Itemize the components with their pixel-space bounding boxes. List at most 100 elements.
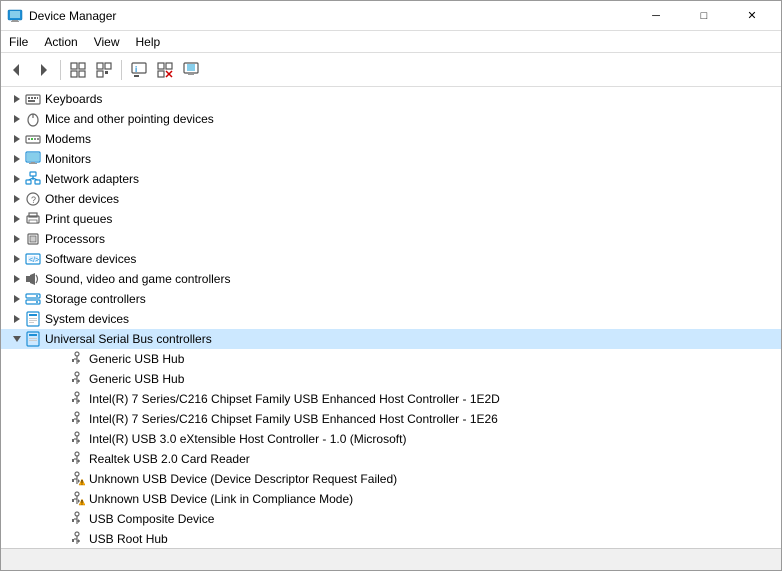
expand-arrow [9,271,25,287]
tree-item-label: Intel(R) 7 Series/C216 Chipset Family US… [89,412,498,426]
tree-item-keyboards[interactable]: Keyboards [1,89,781,109]
title-bar-controls: ─ □ ✕ [633,5,775,27]
other-icon: ? [25,191,41,207]
tree-item-modems[interactable]: Modems [1,129,781,149]
menu-view[interactable]: View [86,33,128,50]
tree-item-label: System devices [45,312,129,326]
toolbar: i [1,53,781,87]
expand-arrow [9,331,25,347]
expand-arrow [9,151,25,167]
title-bar: Device Manager ─ □ ✕ [1,1,781,31]
toolbar-forward-button[interactable] [31,58,55,82]
tree-item-label: Modems [45,132,91,146]
tree-item-label: Generic USB Hub [89,352,184,366]
expand-arrow [9,191,25,207]
svg-text:</>: </> [29,257,39,264]
toolbar-separator-2 [121,60,122,80]
tree-item-network[interactable]: Network adapters [1,169,781,189]
usb-icon [69,391,85,407]
modem-icon [25,131,41,147]
properties-icon [70,62,86,78]
network-icon [25,171,41,187]
tree-item-system[interactable]: System devices [1,309,781,329]
svg-text:?: ? [31,195,36,205]
software-icon: </> [25,251,41,267]
back-icon [9,62,25,78]
tree-item-usb-8[interactable]: !Unknown USB Device (Link in Compliance … [1,489,781,509]
device-manager-window: Device Manager ─ □ ✕ File Action View He… [0,0,782,571]
monitor-icon [25,151,41,167]
tree-item-usb-3[interactable]: Intel(R) 7 Series/C216 Chipset Family US… [1,389,781,409]
menu-file[interactable]: File [1,33,36,50]
help-icon: i [131,62,147,78]
toolbar-back-button[interactable] [5,58,29,82]
storage-icon [25,291,41,307]
forward-icon [35,62,51,78]
system-icon [25,311,41,327]
tree-item-processors[interactable]: Processors [1,229,781,249]
usb-warn-icon: ! [69,491,85,507]
tree-item-other[interactable]: ? Other devices [1,189,781,209]
expand-arrow [53,411,69,427]
tree-item-usb-6[interactable]: Realtek USB 2.0 Card Reader [1,449,781,469]
usb-icon [69,411,85,427]
usb-icon [69,351,85,367]
svg-text:i: i [135,65,137,74]
expand-arrow [53,471,69,487]
tree-item-usb-1[interactable]: Generic USB Hub [1,349,781,369]
display-icon [183,62,199,78]
expand-arrow [9,211,25,227]
sound-icon [25,271,41,287]
close-button[interactable]: ✕ [729,5,775,27]
tree-item-label: Unknown USB Device (Device Descriptor Re… [89,472,397,486]
tree-item-sound[interactable]: Sound, video and game controllers [1,269,781,289]
tree-item-label: Monitors [45,152,91,166]
usb-icon [69,531,85,547]
toolbar-display-button[interactable] [179,58,203,82]
tree-item-label: Mice and other pointing devices [45,112,214,126]
minimize-button[interactable]: ─ [633,5,679,27]
tree-item-mice[interactable]: Mice and other pointing devices [1,109,781,129]
app-icon [7,8,23,24]
maximize-button[interactable]: □ [681,5,727,27]
menu-action[interactable]: Action [36,33,85,50]
toolbar-update-button[interactable] [92,58,116,82]
tree-item-usb-7[interactable]: ! Unknown USB Device (Device Descriptor R… [1,469,781,489]
tree-item-storage[interactable]: Storage controllers [1,289,781,309]
keyboard-icon [25,91,41,107]
tree-item-usb-4[interactable]: Intel(R) 7 Series/C216 Chipset Family US… [1,409,781,429]
expand-arrow [9,91,25,107]
mouse-icon [25,111,41,127]
toolbar-help-button[interactable]: i [127,58,151,82]
tree-item-usb-9[interactable]: USB Composite Device [1,509,781,529]
tree-item-label: Storage controllers [45,292,146,306]
tree-item-monitors[interactable]: Monitors [1,149,781,169]
toolbar-separator-1 [60,60,61,80]
tree-item-label: Realtek USB 2.0 Card Reader [89,452,250,466]
device-tree[interactable]: Keyboards Mice and other pointing devices… [1,87,781,548]
expand-arrow [53,511,69,527]
usb-warn-icon: ! [69,471,85,487]
expand-arrow [9,111,25,127]
tree-item-usb-2[interactable]: Generic USB Hub [1,369,781,389]
menu-help[interactable]: Help [128,33,169,50]
expand-arrow [9,311,25,327]
tree-item-label: USB Root Hub [89,532,168,546]
tree-item-label: Software devices [45,252,136,266]
expand-arrow [9,171,25,187]
tree-item-usb-10[interactable]: USB Root Hub [1,529,781,548]
tree-item-label: Keyboards [45,92,102,106]
expand-arrow [9,291,25,307]
usb-icon [69,451,85,467]
expand-arrow [53,431,69,447]
expand-arrow [53,391,69,407]
tree-item-usb-5[interactable]: Intel(R) USB 3.0 eXtensible Host Control… [1,429,781,449]
tree-item-software[interactable]: </> Software devices [1,249,781,269]
tree-item-usb[interactable]: Universal Serial Bus controllers [1,329,781,349]
toolbar-properties-button[interactable] [66,58,90,82]
tree-item-label: Other devices [45,192,119,206]
usb-icon [69,431,85,447]
toolbar-uninstall-button[interactable] [153,58,177,82]
tree-item-print[interactable]: Print queues [1,209,781,229]
expand-arrow [53,371,69,387]
